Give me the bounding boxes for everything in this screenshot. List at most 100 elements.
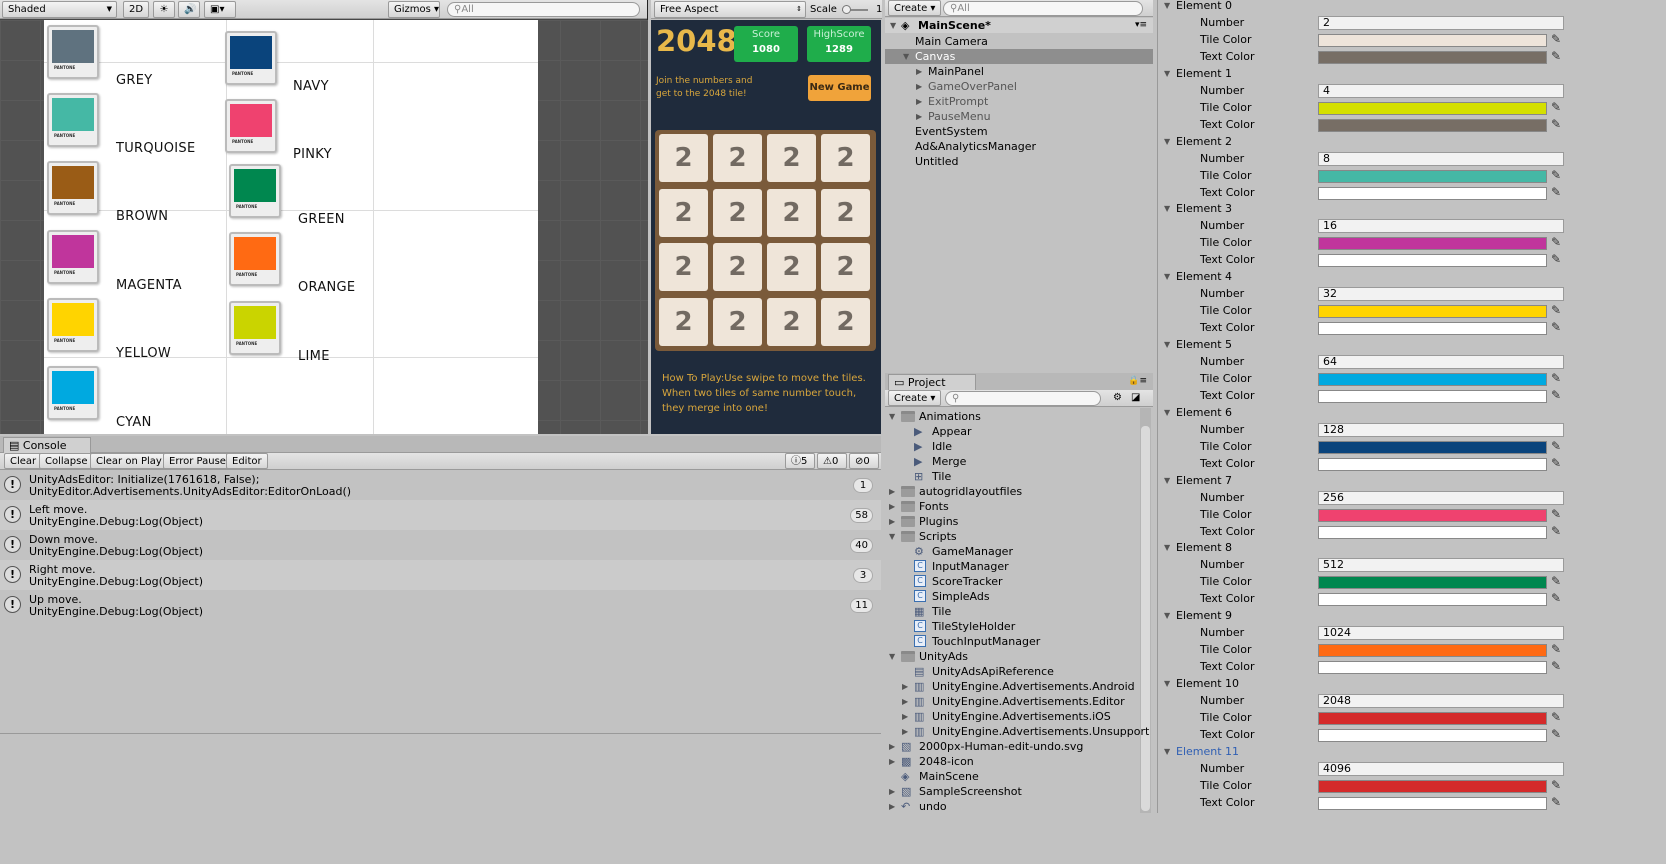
chevron-down-icon[interactable]: ▼: [1164, 201, 1170, 216]
2d-toggle[interactable]: 2D: [123, 1, 150, 18]
console-log-row[interactable]: ! Right move. UnityEngine.Debug:Log(Object…: [0, 560, 881, 590]
tile-color-field[interactable]: [1318, 440, 1547, 454]
number-field[interactable]: 4: [1318, 83, 1564, 98]
chevron-right-icon[interactable]: ▶: [889, 784, 895, 799]
project-item[interactable]: ◈ MainScene: [885, 769, 1137, 784]
hierarchy-search-input[interactable]: ⚲All: [943, 1, 1143, 16]
chevron-right-icon[interactable]: ▶: [889, 754, 895, 769]
hierarchy-item[interactable]: Main Camera: [885, 34, 1153, 49]
text-color-field[interactable]: [1318, 51, 1547, 64]
eyedropper-icon[interactable]: ✎: [1551, 236, 1563, 248]
element-foldout[interactable]: ▼ Element 3: [1164, 201, 1232, 216]
project-search-input[interactable]: ⚲: [945, 391, 1101, 406]
project-item[interactable]: C ScoreTracker: [885, 574, 1137, 589]
chevron-down-icon[interactable]: ▼: [1164, 676, 1170, 691]
gizmos-dropdown[interactable]: Gizmos ▾: [388, 1, 440, 18]
project-create-button[interactable]: Create ▾: [888, 390, 942, 406]
chevron-right-icon[interactable]: ▶: [889, 514, 895, 529]
chevron-down-icon[interactable]: ▼: [889, 529, 895, 544]
chevron-right-icon[interactable]: ▶: [889, 739, 895, 754]
project-item[interactable]: ▶ autogridlayoutfiles: [885, 484, 1137, 499]
eyedropper-icon[interactable]: ✎: [1551, 304, 1563, 316]
text-color-field[interactable]: [1318, 796, 1547, 810]
project-item[interactable]: ▶ Appear: [885, 424, 1137, 439]
chevron-right-icon[interactable]: ▶: [889, 799, 895, 814]
eyedropper-icon[interactable]: ✎: [1551, 440, 1563, 452]
hierarchy-item[interactable]: ▶ GameOverPanel: [885, 79, 1153, 94]
eyedropper-icon[interactable]: ✎: [1551, 321, 1563, 333]
text-color-field[interactable]: [1318, 457, 1547, 471]
element-foldout[interactable]: ▼ Element 1: [1164, 66, 1232, 81]
element-foldout[interactable]: ▼ Element 11: [1164, 744, 1239, 759]
number-field[interactable]: 2: [1318, 16, 1564, 30]
project-item[interactable]: ▶ Merge: [885, 454, 1137, 469]
eyedropper-icon[interactable]: ✎: [1551, 50, 1563, 62]
console-tab[interactable]: ▤ Console: [3, 437, 91, 453]
chevron-down-icon[interactable]: ▼: [1164, 337, 1170, 352]
element-foldout[interactable]: ▼ Element 7: [1164, 473, 1232, 488]
element-foldout[interactable]: ▼ Element 10: [1164, 676, 1239, 691]
number-field[interactable]: 2048: [1318, 694, 1564, 708]
console-log-row[interactable]: ! Left move. UnityEngine.Debug:Log(Object)…: [0, 500, 881, 530]
chevron-right-icon[interactable]: ▶: [916, 94, 922, 109]
element-foldout[interactable]: ▼ Element 2: [1164, 134, 1232, 149]
console-log-row[interactable]: ! Down move. UnityEngine.Debug:Log(Object)…: [0, 530, 881, 560]
tile-color-field[interactable]: [1318, 644, 1547, 658]
aspect-dropdown[interactable]: Free Aspect ⇕: [654, 1, 806, 18]
hierarchy-item[interactable]: Ad&AnalyticsManager: [885, 139, 1153, 154]
chevron-right-icon[interactable]: ▶: [902, 709, 908, 724]
scale-slider-thumb[interactable]: [842, 5, 851, 14]
info-filter-toggle[interactable]: ⓘ5: [785, 453, 815, 469]
tile-color-field[interactable]: [1318, 169, 1547, 183]
console-log-row[interactable]: ! UnityAdsEditor: Initialize(1761618, Fal…: [0, 470, 881, 500]
chevron-right-icon[interactable]: ▶: [902, 724, 908, 739]
project-item[interactable]: ▼ Scripts: [885, 529, 1137, 544]
number-field[interactable]: 256: [1318, 490, 1564, 505]
eyedropper-icon[interactable]: ✎: [1551, 575, 1563, 587]
game-view[interactable]: 2048 Score 1080 HighScore 1289 Join the …: [651, 20, 881, 434]
hierarchy-item[interactable]: ▶ ExitPrompt: [885, 94, 1153, 109]
tile-color-field[interactable]: [1318, 779, 1547, 793]
number-field[interactable]: 8: [1318, 151, 1564, 166]
text-color-field[interactable]: [1318, 186, 1547, 200]
element-foldout[interactable]: ▼ Element 6: [1164, 405, 1232, 420]
project-item[interactable]: ▦ Tile: [885, 604, 1137, 619]
project-item[interactable]: ▶ ▥ UnityEngine.Advertisements.iOS: [885, 709, 1137, 724]
scene-view[interactable]: Shaded ▼ 2D ☀ 🔊 ▣▾ Gizmos ▾ ⚲All PANTONE G…: [0, 0, 648, 434]
hierarchy-item[interactable]: ▶ MainPanel: [885, 64, 1153, 79]
eyedropper-icon[interactable]: ✎: [1551, 253, 1563, 265]
text-color-field[interactable]: [1318, 661, 1547, 675]
shading-mode-dropdown[interactable]: Shaded ▼: [2, 1, 117, 18]
eyedropper-icon[interactable]: ✎: [1551, 711, 1563, 723]
text-color-field[interactable]: [1318, 593, 1547, 607]
lighting-toggle-icon[interactable]: ☀: [153, 1, 175, 18]
hierarchy-create-button[interactable]: Create ▾: [888, 0, 942, 16]
project-item[interactable]: ▶ ▧ SampleScreenshot: [885, 784, 1137, 799]
eyedropper-icon[interactable]: ✎: [1551, 592, 1563, 604]
tile-color-field[interactable]: [1318, 373, 1547, 386]
filter-by-label-icon[interactable]: ◪: [1131, 392, 1140, 403]
number-field[interactable]: 1024: [1318, 626, 1564, 641]
project-item[interactable]: ▼ UnityAds: [885, 649, 1137, 664]
eyedropper-icon[interactable]: ✎: [1551, 372, 1563, 384]
chevron-down-icon[interactable]: ▼: [1164, 540, 1170, 555]
project-item[interactable]: ▤ UnityAdsApiReference: [885, 664, 1137, 679]
text-color-field[interactable]: [1318, 254, 1547, 268]
number-field[interactable]: 32: [1318, 287, 1564, 302]
filter-by-type-icon[interactable]: ⚙: [1113, 392, 1122, 403]
chevron-down-icon[interactable]: ▼: [903, 49, 909, 64]
new-game-button[interactable]: New Game: [808, 75, 871, 101]
eyedropper-icon[interactable]: ✎: [1551, 118, 1563, 130]
project-item[interactable]: ⚙ GameManager: [885, 544, 1137, 559]
project-item[interactable]: ▶ Plugins: [885, 514, 1137, 529]
text-color-field[interactable]: [1318, 729, 1547, 742]
effects-dropdown-icon[interactable]: ▣▾: [204, 1, 236, 18]
tile-color-field[interactable]: [1318, 576, 1547, 590]
project-item[interactable]: ▶ Fonts: [885, 499, 1137, 514]
number-field[interactable]: 512: [1318, 558, 1564, 573]
scene-search-input[interactable]: ⚲All: [447, 2, 640, 17]
project-item[interactable]: C TileStyleHolder: [885, 619, 1137, 634]
tile-color-field[interactable]: [1318, 305, 1547, 319]
hierarchy-item[interactable]: ▶ PauseMenu: [885, 109, 1153, 124]
tile-color-field[interactable]: [1318, 712, 1547, 725]
